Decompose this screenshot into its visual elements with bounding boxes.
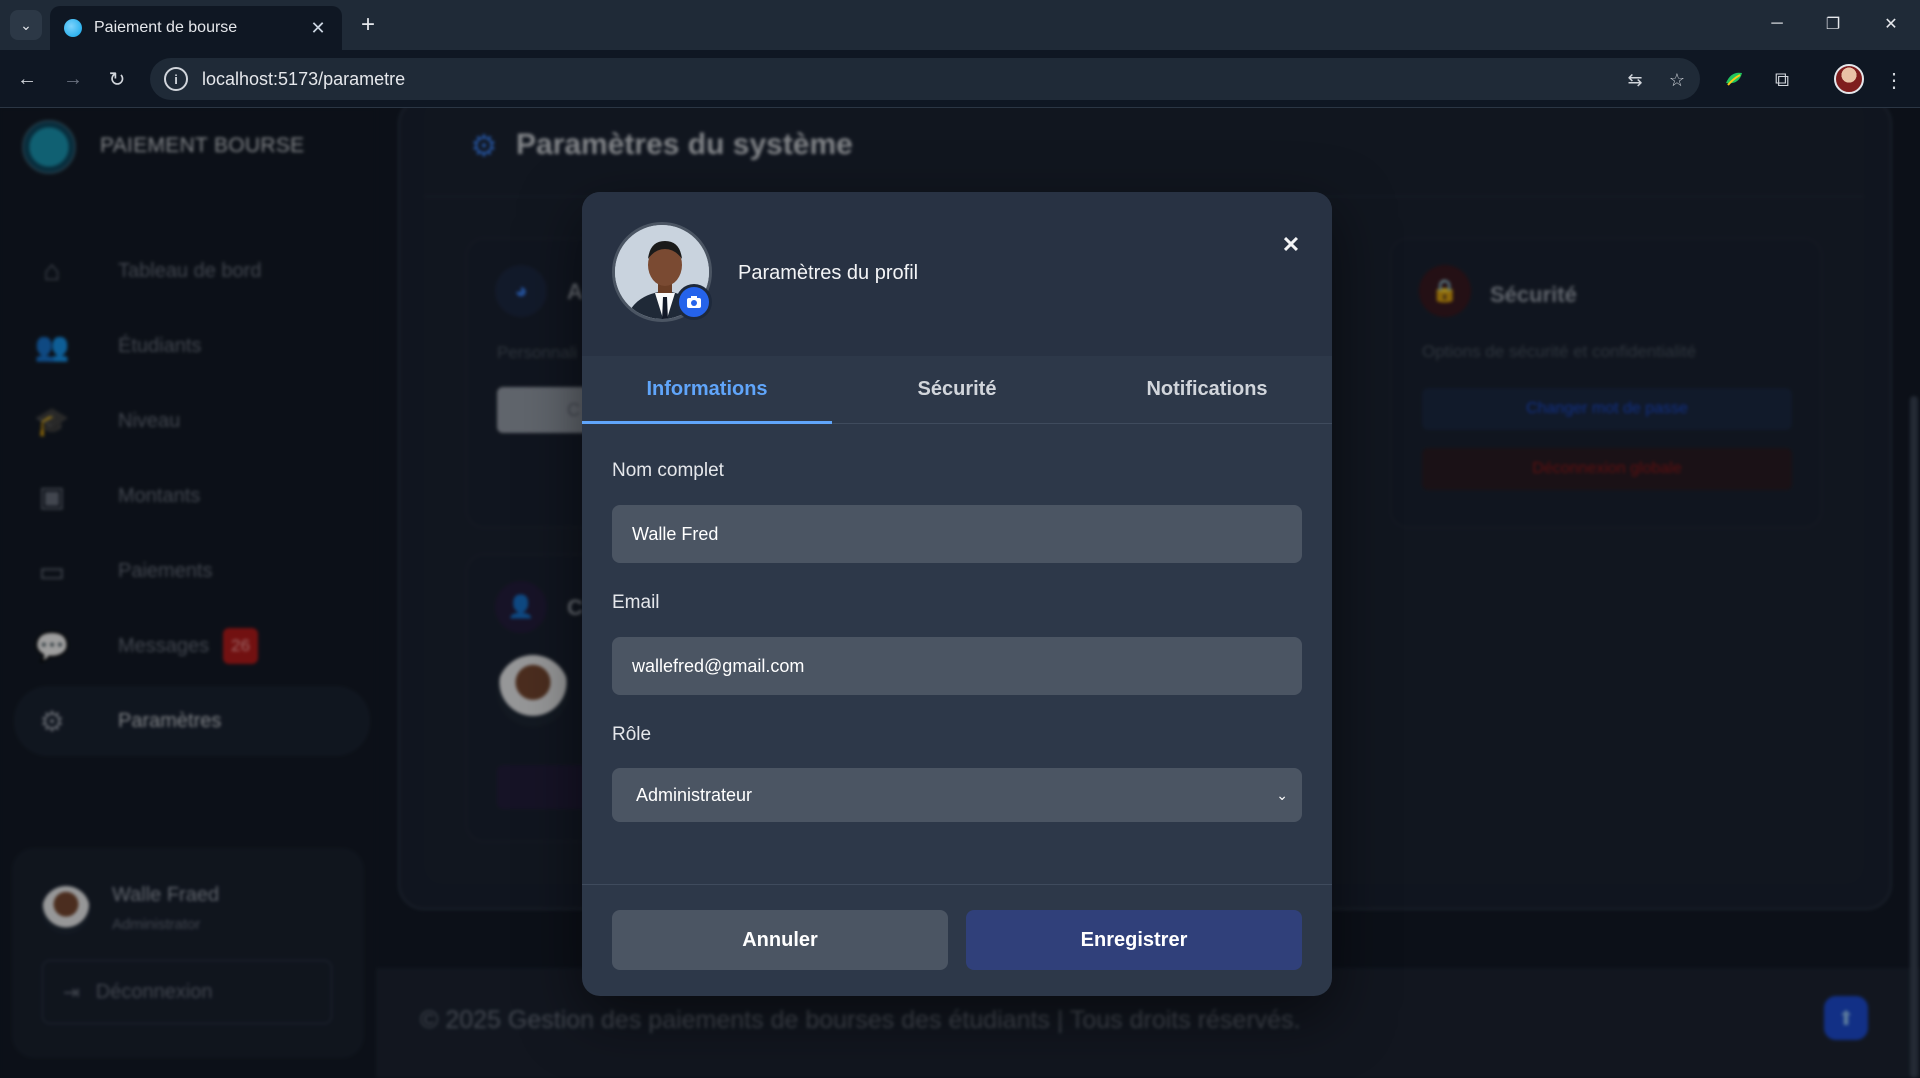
- name-label: Nom complet: [612, 460, 724, 481]
- tab-security[interactable]: Sécurité: [832, 356, 1082, 423]
- tab-informations[interactable]: Informations: [582, 356, 832, 424]
- full-name-input[interactable]: Walle Fred: [612, 505, 1302, 563]
- save-button[interactable]: Enregistrer: [966, 910, 1302, 970]
- favicon-icon: [64, 19, 82, 37]
- new-tab-button[interactable]: +: [352, 10, 384, 40]
- restore-button[interactable]: ❐: [1810, 8, 1856, 40]
- close-window-button[interactable]: ✕: [1868, 8, 1914, 40]
- cancel-button[interactable]: Annuler: [612, 910, 948, 970]
- role-select[interactable]: Administrateur ⌄: [612, 768, 1302, 822]
- modal-title: Paramètres du profil: [738, 262, 919, 284]
- translate-icon[interactable]: ⇆: [1622, 67, 1648, 93]
- profile-settings-modal: Paramètres du profil ✕ Informations Sécu…: [582, 192, 1332, 996]
- back-arrow-icon[interactable]: ←: [10, 62, 44, 96]
- close-icon[interactable]: ✕: [1278, 232, 1304, 258]
- tab-notifications[interactable]: Notifications: [1082, 356, 1332, 423]
- camera-icon: [687, 296, 701, 308]
- change-photo-button[interactable]: [676, 284, 712, 320]
- extension-leaf-icon[interactable]: [1720, 66, 1748, 94]
- role-label: Rôle: [612, 724, 652, 745]
- modal-tabs: Informations Sécurité Notifications: [582, 356, 1332, 424]
- tab-title: Paiement de bourse: [94, 19, 238, 36]
- extensions-puzzle-icon[interactable]: ⧉: [1768, 66, 1796, 94]
- menu-kebab-icon[interactable]: ⋮: [1880, 66, 1908, 94]
- email-field[interactable]: wallefred@gmail.com: [612, 637, 1302, 695]
- url-text[interactable]: localhost:5173/parametre: [202, 69, 405, 90]
- site-info-icon[interactable]: i: [164, 67, 188, 91]
- tab-search-button[interactable]: ⌄: [10, 10, 42, 40]
- modal-header: Paramètres du profil ✕: [582, 192, 1332, 356]
- browser-tab-bar: ⌄ Paiement de bourse ✕ + ─ ❐ ✕: [0, 0, 1920, 50]
- browser-toolbar: ← → ↻ i localhost:5173/parametre ⇆ ☆ ⧉ ⋮: [0, 50, 1920, 108]
- tab-close-icon[interactable]: ✕: [308, 18, 328, 39]
- chevron-down-icon: ⌄: [1276, 786, 1288, 803]
- profile-avatar[interactable]: [1834, 64, 1864, 94]
- modal-divider: [582, 884, 1332, 885]
- forward-arrow-icon[interactable]: →: [56, 62, 90, 96]
- address-bar[interactable]: i localhost:5173/parametre ⇆ ☆: [150, 58, 1700, 100]
- reload-icon[interactable]: ↻: [100, 62, 134, 96]
- role-selected-value: Administrateur: [636, 784, 753, 805]
- minimize-button[interactable]: ─: [1754, 8, 1800, 40]
- email-label: Email: [612, 592, 660, 613]
- bookmark-star-icon[interactable]: ☆: [1664, 67, 1690, 93]
- browser-tab[interactable]: Paiement de bourse ✕: [50, 6, 342, 50]
